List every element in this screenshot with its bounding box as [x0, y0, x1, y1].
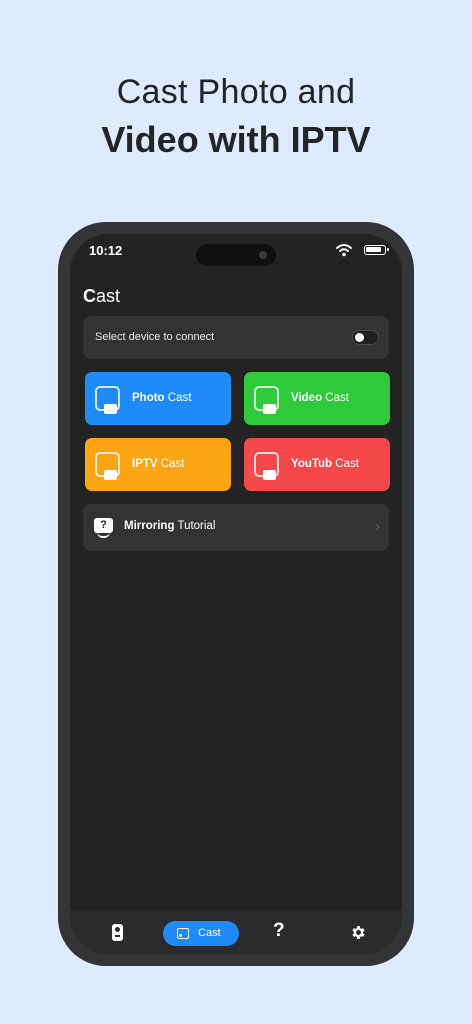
battery-icon [364, 245, 389, 255]
connect-toggle[interactable] [352, 330, 379, 345]
photo-icon [95, 386, 120, 414]
photo-badge [104, 404, 117, 414]
status-bar: 10:12 [70, 234, 402, 274]
youtube-badge [263, 470, 276, 480]
camera-dot [259, 251, 267, 259]
dynamic-island [196, 244, 276, 266]
title-rest: ast [96, 286, 121, 306]
bottom-nav: Cast ? [70, 910, 402, 954]
device-selector[interactable]: Select device to connect [83, 316, 389, 359]
tutorial-label-rest: Tutorial [174, 520, 216, 532]
video-cast-label-bold: Video [291, 392, 323, 404]
photo-cast-label-bold: Photo [132, 392, 165, 404]
nav-cast-label: Cast [198, 927, 221, 939]
mirroring-tutorial-row[interactable]: ? Mirroring Tutorial › [83, 504, 389, 551]
tv-badge [104, 470, 117, 480]
youtube-icon [254, 452, 279, 480]
headline-line-2: Video with IPTV [101, 119, 371, 160]
page-title: Cast [83, 286, 120, 307]
phone-screen: 10:12 Cast Select device to connect Phot… [70, 234, 402, 954]
youtube-cast-label: YouTub Cast [291, 458, 359, 470]
youtube-cast-label-rest: Cast [332, 458, 359, 470]
youtube-cast-label-bold: YouTub [291, 458, 333, 470]
iptv-cast-label-rest: Cast [157, 458, 185, 470]
iptv-cast-button[interactable]: IPTV Cast [85, 438, 231, 491]
youtube-cast-button[interactable]: YouTub Cast [244, 438, 390, 491]
tutorial-label: Mirroring Tutorial [124, 520, 215, 532]
iptv-cast-label-bold: IPTV [132, 458, 158, 470]
wifi-icon [336, 244, 352, 257]
status-time: 10:12 [89, 243, 123, 258]
device-selector-label: Select device to connect [95, 331, 215, 343]
video-cast-label: Video Cast [291, 392, 349, 404]
nav-cast-tab[interactable]: Cast [163, 921, 239, 946]
photo-cast-button[interactable]: Photo Cast [85, 372, 231, 425]
help-icon[interactable]: ? [273, 920, 285, 942]
remote-icon[interactable] [112, 924, 123, 941]
gear-icon[interactable] [350, 924, 367, 941]
chevron-right-icon: › [375, 518, 380, 535]
video-cast-label-rest: Cast [322, 392, 349, 404]
toggle-knob [355, 333, 364, 342]
photo-cast-label: Photo Cast [132, 392, 191, 404]
video-cast-button[interactable]: Video Cast [244, 372, 390, 425]
iptv-cast-label: IPTV Cast [132, 458, 184, 470]
question-icon: ? [94, 518, 113, 538]
tv-icon [95, 452, 120, 480]
video-icon [254, 386, 279, 414]
photo-cast-label-rest: Cast [164, 392, 192, 404]
title-initial: C [83, 286, 96, 306]
video-badge [263, 404, 276, 414]
headline-line-1: Cast Photo and [116, 73, 356, 111]
tutorial-label-bold: Mirroring [124, 520, 175, 532]
phone-frame: 10:12 Cast Select device to connect Phot… [58, 222, 414, 966]
cast-icon [177, 928, 189, 939]
marketing-headline: Cast Photo and Video with IPTV [0, 70, 472, 166]
